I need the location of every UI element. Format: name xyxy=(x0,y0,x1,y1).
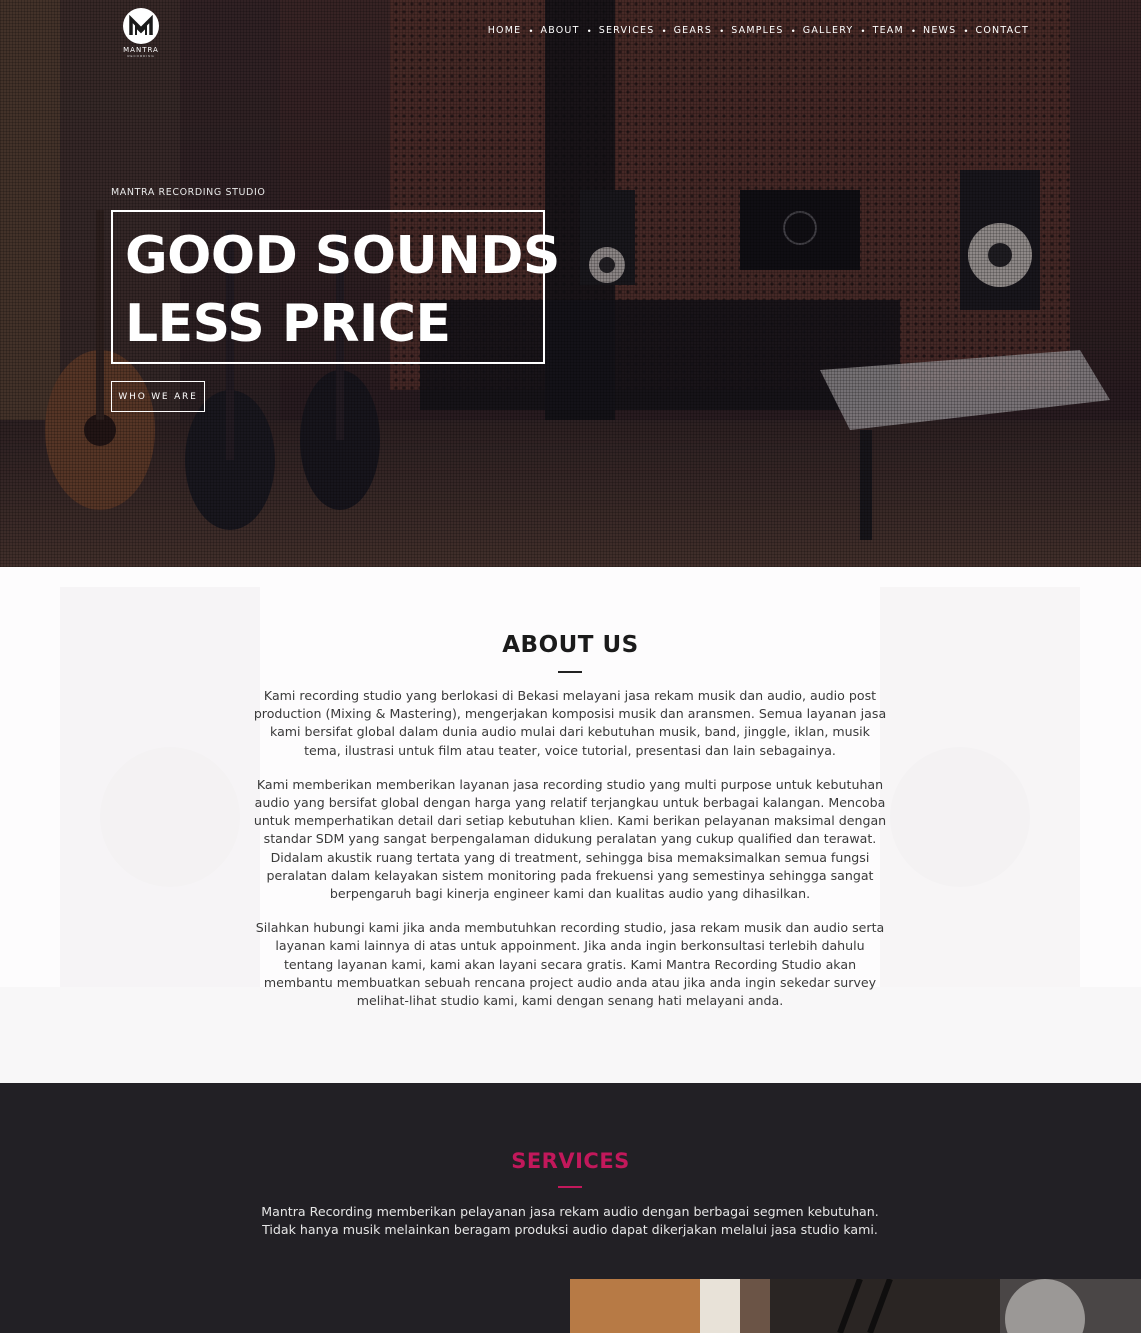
nav-samples[interactable]: SAMPLES xyxy=(731,25,783,36)
site-logo[interactable]: MANTRA RECORDING xyxy=(120,8,162,58)
hero-headline: GOOD SOUNDS LESS PRICE xyxy=(111,210,560,364)
nav-separator: • xyxy=(861,25,865,36)
about-section: ABOUT US Kami recording studio yang berl… xyxy=(0,567,1141,1083)
nav-contact[interactable]: CONTACT xyxy=(976,25,1029,36)
nav-separator: • xyxy=(587,25,591,36)
about-title-divider xyxy=(558,671,582,673)
nav-gears[interactable]: GEARS xyxy=(674,25,713,36)
nav-separator: • xyxy=(529,25,533,36)
about-paragraph: Kami memberikan memberikan layanan jasa … xyxy=(253,776,887,902)
nav-services[interactable]: SERVICES xyxy=(599,25,655,36)
nav-separator: • xyxy=(911,25,916,36)
nav-separator: • xyxy=(720,25,724,36)
services-section: SERVICES Mantra Recording memberikan pel… xyxy=(0,1083,1141,1333)
who-we-are-button[interactable]: WHO WE ARE xyxy=(111,381,205,412)
nav-separator: • xyxy=(662,25,666,36)
logo-mark-icon xyxy=(123,8,159,44)
nav-gallery[interactable]: GALLERY xyxy=(803,25,854,36)
services-title-divider xyxy=(558,1186,582,1188)
about-title: ABOUT US xyxy=(502,632,639,658)
services-title: SERVICES xyxy=(511,1149,630,1173)
hero-headline-line1: GOOD SOUNDS xyxy=(125,226,560,286)
about-body: Kami recording studio yang berlokasi di … xyxy=(250,687,890,1026)
hero-headline-line2: LESS PRICE xyxy=(125,294,451,354)
logo-name: MANTRA xyxy=(123,46,159,54)
logo-subtitle: RECORDING xyxy=(127,54,155,58)
nav-separator: • xyxy=(791,25,795,36)
nav-team[interactable]: TEAM xyxy=(873,25,904,36)
main-nav: HOME • ABOUT • SERVICES • GEARS • SAMPLE… xyxy=(488,25,1029,36)
services-intro: Mantra Recording memberikan pelayanan ja… xyxy=(261,1204,879,1238)
about-paragraph: Silahkan hubungi kami jika anda membutuh… xyxy=(255,920,885,1009)
nav-news[interactable]: NEWS xyxy=(923,25,956,36)
nav-about[interactable]: ABOUT xyxy=(541,25,580,36)
about-paragraph: Kami recording studio yang berlokasi di … xyxy=(253,688,887,758)
hero-section: MANTRA RECORDING HOME • ABOUT • SERVICES… xyxy=(0,0,1141,567)
services-studio-photo xyxy=(570,1279,1141,1333)
nav-separator: • xyxy=(964,25,968,36)
nav-home[interactable]: HOME xyxy=(488,25,522,36)
hero-kicker: MANTRA RECORDING STUDIO xyxy=(111,187,266,198)
